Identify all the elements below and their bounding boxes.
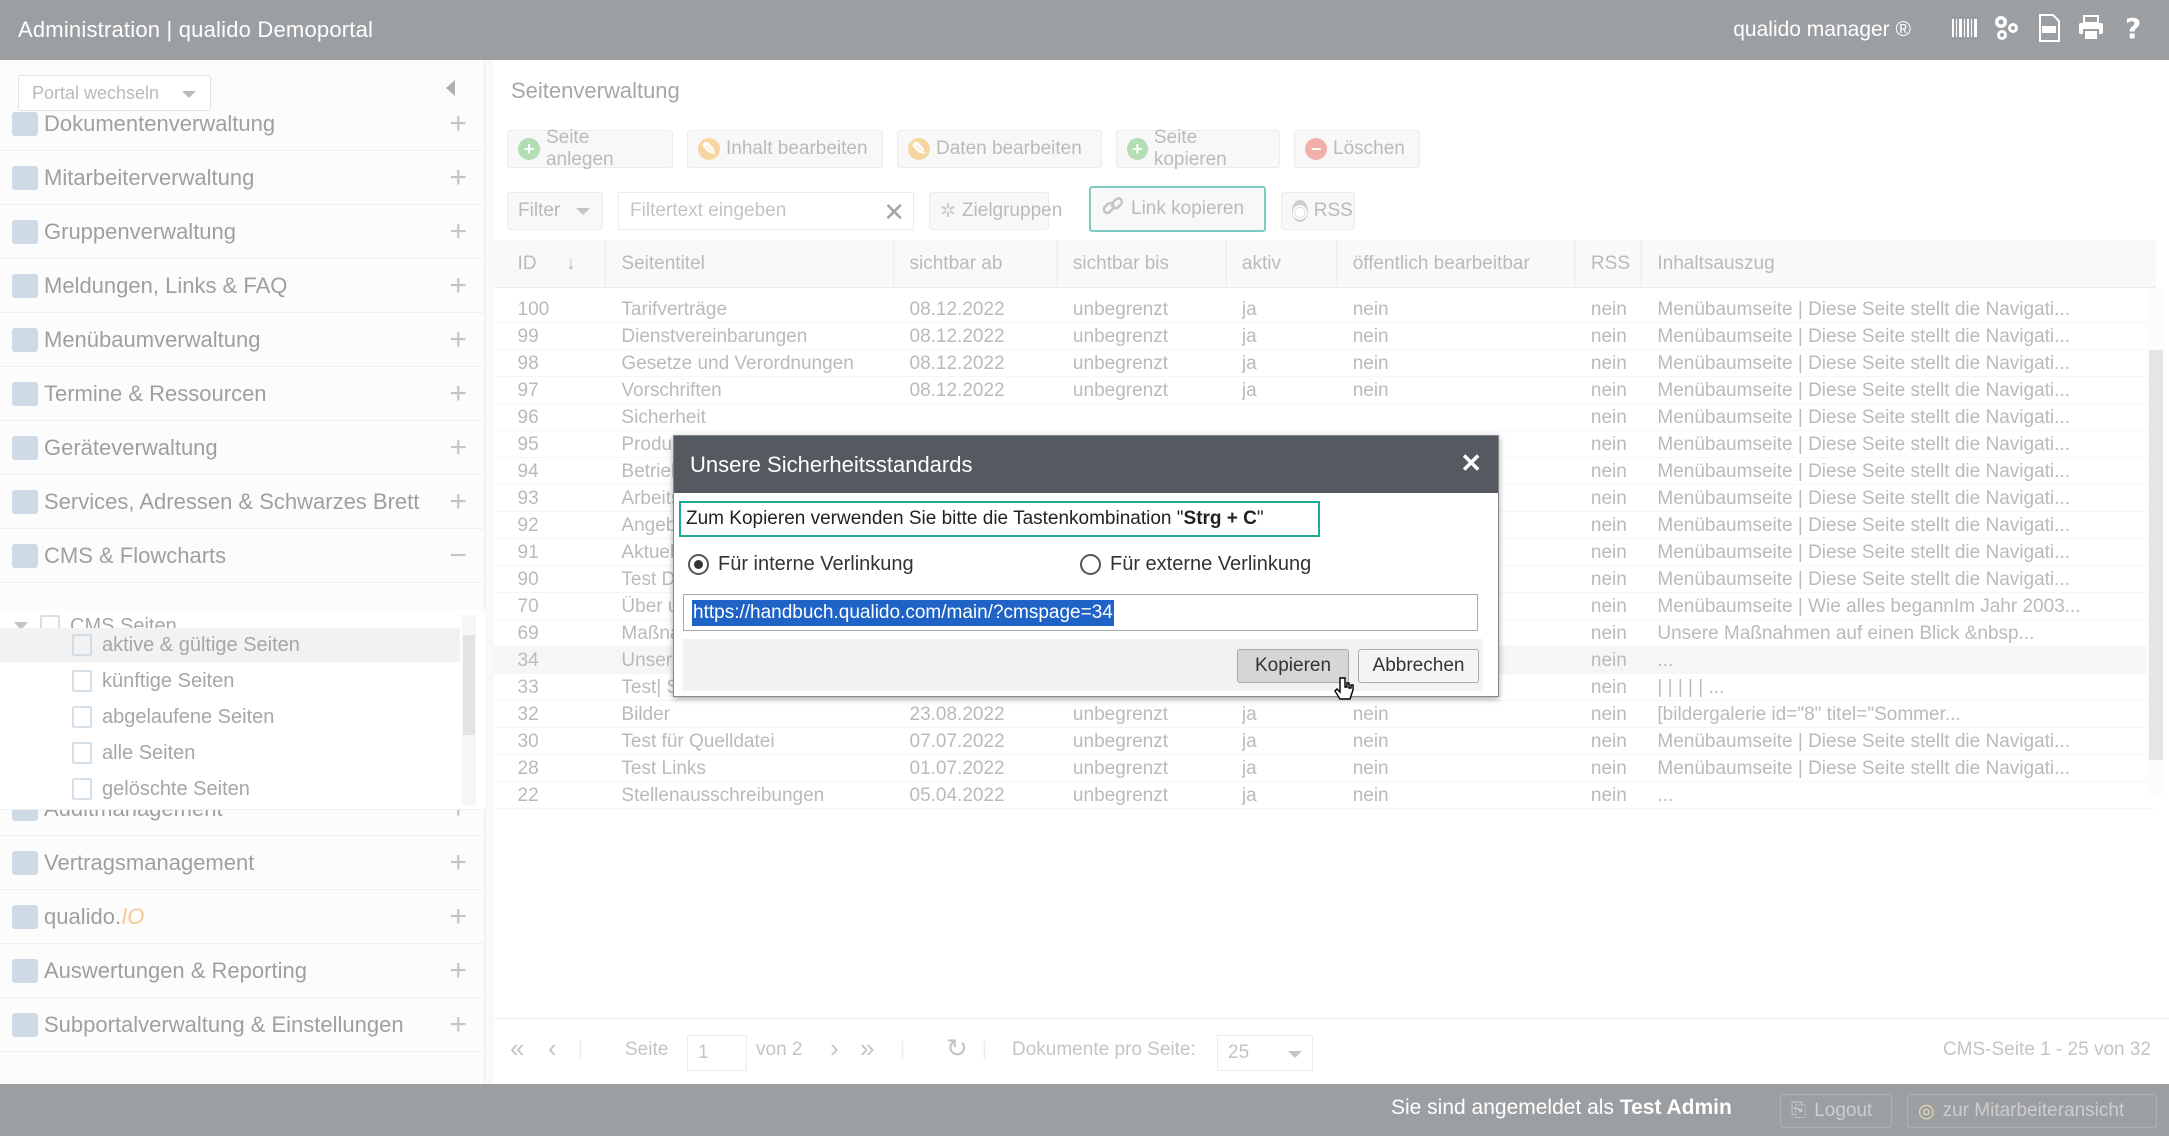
radio-internal-label: Für interne Verlinkung [718, 553, 914, 575]
message-suffix: " [1256, 508, 1264, 529]
cancel-button-label: Abbrechen [1372, 655, 1465, 676]
dialog-title: Unsere Sicherheitsstandards [690, 451, 973, 477]
dialog-footer: Kopieren Abbrechen [683, 639, 1483, 691]
link-url-value: https://handbuch.qualido.com/main/?cmspa… [692, 599, 1114, 626]
radio-external-control[interactable] [1080, 554, 1101, 575]
dialog-message: Zum Kopieren verwenden Sie bitte die Tas… [679, 501, 1320, 537]
close-icon[interactable]: ✕ [1460, 448, 1482, 479]
message-key: Strg + C [1183, 508, 1257, 529]
cancel-button[interactable]: Abbrechen [1358, 649, 1479, 683]
radio-external[interactable]: Für externe Verlinkung [1080, 553, 1311, 576]
link-url-field[interactable]: https://handbuch.qualido.com/main/?cmspa… [683, 594, 1478, 631]
dialog-header: Unsere Sicherheitsstandards ✕ [674, 436, 1498, 493]
copy-button[interactable]: Kopieren [1237, 649, 1349, 683]
radio-external-label: Für externe Verlinkung [1110, 553, 1312, 575]
message-prefix: Zum Kopieren verwenden Sie bitte die Tas… [686, 508, 1184, 529]
radio-internal-control[interactable] [688, 554, 709, 575]
copy-button-label: Kopieren [1254, 655, 1332, 676]
copy-link-dialog: Unsere Sicherheitsstandards ✕ Zum Kopier… [673, 435, 1499, 697]
radio-internal[interactable]: Für interne Verlinkung [688, 553, 914, 576]
